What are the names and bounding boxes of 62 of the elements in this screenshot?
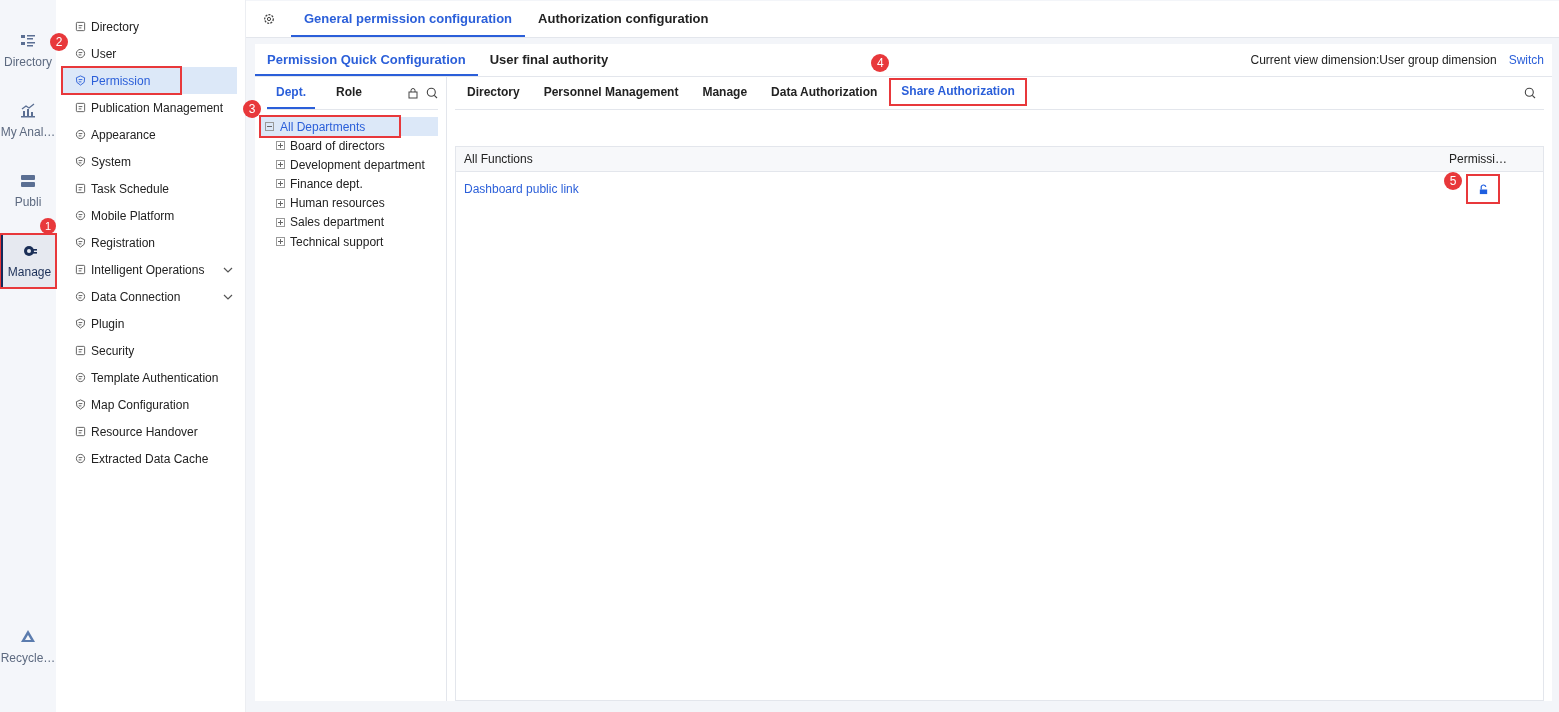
tab[interactable]: Directory xyxy=(455,77,532,109)
collapse-icon[interactable] xyxy=(265,122,274,131)
rail-item[interactable]: My Anal… xyxy=(0,94,56,148)
step-badge: 1 xyxy=(40,218,56,234)
layers-icon xyxy=(20,173,36,189)
menu-item[interactable]: Security xyxy=(63,337,237,364)
tab[interactable]: Role xyxy=(327,77,371,109)
tab[interactable]: Authorization configuration xyxy=(525,1,722,37)
expand-icon[interactable] xyxy=(276,217,285,227)
menu-item[interactable]: Appearance xyxy=(63,121,237,148)
expand-icon[interactable] xyxy=(276,198,285,208)
switch-link[interactable]: Switch xyxy=(1508,53,1544,67)
rail-item[interactable]: Manage xyxy=(0,234,56,288)
tree-item[interactable]: Technical support xyxy=(290,234,384,249)
triangle-icon xyxy=(20,629,36,645)
function-link[interactable]: Dashboard public link xyxy=(464,182,579,196)
menu-item[interactable]: Mobile Platform xyxy=(63,202,237,229)
list-icon xyxy=(75,21,86,32)
settings-icon[interactable] xyxy=(263,13,275,25)
tab[interactable]: Permission Quick Configuration xyxy=(255,44,478,76)
menu-item[interactable]: Registration xyxy=(63,229,237,256)
rail-item[interactable]: Publi xyxy=(0,164,56,218)
menu-item[interactable]: Permission xyxy=(63,67,237,94)
menu-item[interactable]: Data Connection xyxy=(63,283,237,310)
menu-item[interactable]: Extracted Data Cache xyxy=(63,445,237,472)
step-badge: 2 xyxy=(50,33,68,51)
tree-item[interactable]: Human resources xyxy=(290,196,385,211)
step-badge: 5 xyxy=(1444,172,1462,190)
tab[interactable]: Personnel Management xyxy=(531,77,691,109)
tab[interactable]: Share Authorization xyxy=(889,78,1027,106)
tab[interactable]: General permission configuration xyxy=(291,1,526,37)
tree-item[interactable]: Finance dept. xyxy=(290,176,363,191)
lock-icon[interactable] xyxy=(407,87,419,99)
column-header: Permissi… xyxy=(1449,152,1508,166)
expand-icon[interactable] xyxy=(276,179,285,189)
lock-icon[interactable] xyxy=(1477,183,1489,195)
view-dimension-text: Current view dimension:User group dimension xyxy=(1250,53,1497,67)
column-header: All Functions xyxy=(463,152,534,166)
menu-item[interactable]: Map Configuration xyxy=(63,391,237,418)
menu-item[interactable]: Plugin xyxy=(63,310,237,337)
menu-item[interactable]: Template Authentication xyxy=(63,364,237,391)
tab[interactable]: Manage xyxy=(690,77,760,109)
step-badge: 3 xyxy=(243,100,261,118)
list-icon xyxy=(20,33,36,49)
step-badge: 4 xyxy=(871,54,890,72)
menu-item[interactable]: System xyxy=(63,148,237,175)
tree-item[interactable]: All Departments xyxy=(280,119,366,134)
chart-icon xyxy=(20,103,36,119)
tree-item[interactable]: Board of directors xyxy=(290,138,385,153)
expand-icon[interactable] xyxy=(276,141,285,151)
tree-item[interactable]: Development department xyxy=(290,157,425,172)
expand-icon[interactable] xyxy=(276,237,285,247)
menu-item[interactable]: Task Schedule xyxy=(63,175,237,202)
tree-item[interactable]: Sales department xyxy=(290,215,385,230)
tab[interactable]: User final authority xyxy=(477,44,621,76)
tab[interactable]: Data Authorization xyxy=(759,77,890,109)
tab[interactable]: Dept. xyxy=(267,77,315,109)
menu-item[interactable]: Publication Management xyxy=(63,94,237,121)
rail-item[interactable]: Recycle… xyxy=(0,620,56,674)
menu-item[interactable]: Resource Handover xyxy=(63,418,237,445)
expand-icon[interactable] xyxy=(276,160,285,170)
menu-item[interactable]: Intelligent Operations xyxy=(63,256,237,283)
